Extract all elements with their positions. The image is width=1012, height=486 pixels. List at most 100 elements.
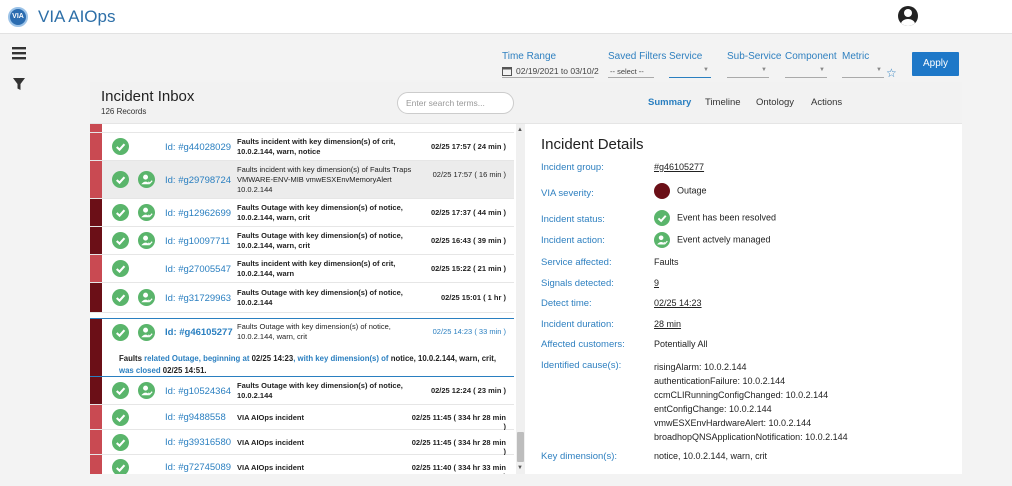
table-row[interactable] [90,124,514,133]
severity-label: VIA severity: [541,188,594,199]
table-row[interactable]: Id: #g27005547 Faults incident with key … [90,255,514,283]
record-count: 126 Records [101,107,147,116]
sub-service-select[interactable]: ▼ [727,66,769,78]
incident-list: Id: #g44028029 Faults incident with key … [90,124,516,474]
tab-timeline[interactable]: Timeline [705,97,741,108]
chevron-down-icon: ▼ [876,67,882,73]
incident-summary-text: Faults related Outage, beginning at 02/2… [119,354,496,375]
menu-icon[interactable] [10,44,28,62]
top-bar: VIA VIA AIOps [0,0,1012,34]
signals-value[interactable]: 9 [654,278,659,288]
incident-description: Faults incident with key dimension(s) of… [237,165,412,194]
incident-id-link[interactable]: Id: #g72745089 [165,462,231,473]
service-select[interactable]: ▼ [669,66,711,78]
detect-label: Detect time: [541,298,592,309]
table-row-expanded[interactable]: Id: #g46105277 Faults Outage with key di… [90,318,514,377]
detect-value[interactable]: 02/25 14:23 [654,298,702,308]
scroll-thumb[interactable] [517,432,524,462]
incident-id-link[interactable]: Id: #g39316580 [165,437,231,448]
incident-description: Faults incident with key dimension(s) of… [237,259,396,278]
severity-bar [90,377,102,404]
favorite-star-icon[interactable]: ☆ [886,66,897,80]
user-managed-icon [138,232,155,249]
incident-time: 02/25 15:01 ( 1 hr ) [440,293,506,302]
table-row[interactable]: Id: #g72745089 VIA AIOps incident 02/25 … [90,455,514,474]
table-row[interactable]: Id: #g44028029 Faults incident with key … [90,133,514,161]
scroll-up-icon[interactable]: ▲ [517,127,523,133]
incident-description: VIA AIOps incident [237,438,304,447]
check-circle-icon [112,324,129,341]
table-row[interactable]: Id: #g10097711 Faults Outage with key di… [90,227,514,255]
user-managed-icon [138,289,155,306]
incident-id-link[interactable]: Id: #g10524364 [165,386,231,397]
incident-description: VIA AIOps incident [237,463,304,472]
incident-id-link[interactable]: Id: #g46105277 [165,327,233,338]
scroll-down-icon[interactable]: ▼ [517,465,523,471]
incident-panel: Incident Inbox 126 Records Enter search … [90,82,962,474]
incident-time: 02/25 15:22 ( 21 min ) [430,264,506,273]
status-label: Incident status: [541,214,605,225]
component-select[interactable]: ▼ [785,66,827,78]
cause-item: entConfigChange: 10.0.2.144 [654,404,772,414]
search-input[interactable]: Enter search terms... [397,92,514,114]
incident-id-link[interactable]: Id: #g12962699 [165,208,231,219]
severity-bar [90,255,102,282]
severity-bar [90,161,102,198]
table-row[interactable]: Id: #g10524364 Faults Outage with key di… [90,377,514,405]
check-circle-icon [112,260,129,277]
time-range-field[interactable]: 02/19/2021 to 03/10/2 [502,66,599,78]
severity-bar [90,199,102,226]
table-row[interactable]: Id: #g9488558 VIA AIOps incident 02/25 1… [90,405,514,431]
service-label: Service [669,51,703,62]
check-circle-icon [112,459,129,474]
list-scrollbar[interactable]: ▲ ▼ [516,124,525,474]
duration-label: Incident duration: [541,319,614,330]
service-value: Faults [654,257,679,267]
incident-id-link[interactable]: Id: #g31729963 [165,293,231,304]
incident-details: Incident Details Incident group: #g46105… [526,124,962,474]
incident-description: Faults incident with key dimension(s) of… [237,137,396,156]
customers-label: Affected customers: [541,339,625,350]
metric-select[interactable]: ▼ [842,66,884,78]
metric-label: Metric [842,51,870,62]
saved-filters-select[interactable]: -- select -- [608,66,654,78]
cause-item: vmwESXEnvHardwareAlert: 10.0.2.144 [654,418,812,428]
keydim-value: notice, 10.0.2.144, warn, crit [654,451,768,461]
tab-summary[interactable]: Summary [648,97,691,108]
filter-icon[interactable] [10,75,28,93]
table-row[interactable]: Id: #g31729963 Faults Outage with key di… [90,283,514,313]
severity-bar [90,124,102,132]
table-row[interactable]: Id: #g12962699 Faults Outage with key di… [90,199,514,227]
tab-ontology[interactable]: Ontology [756,97,794,108]
incident-id-link[interactable]: Id: #g27005547 [165,264,231,275]
incident-time: 02/25 12:24 ( 23 min ) [430,386,506,395]
incident-id-link[interactable]: Id: #g10097711 [165,236,230,247]
incident-id-link[interactable]: Id: #g9488558 [165,412,226,423]
severity-value: Outage [654,183,707,199]
group-value[interactable]: #g46105277 [654,162,704,172]
severity-bar [90,455,102,474]
check-circle-icon [112,171,129,188]
group-label: Incident group: [541,162,604,173]
user-managed-icon [138,204,155,221]
severity-dot-icon [654,183,670,199]
severity-bar [90,430,102,454]
incident-time: 02/25 17:37 ( 44 min ) [430,208,506,217]
table-row[interactable]: Id: #g39316580 VIA AIOps incident 02/25 … [90,430,514,456]
table-row[interactable]: Id: #g29798724 Faults incident with key … [90,161,514,199]
incident-description: Faults Outage with key dimension(s) of n… [237,381,403,400]
causes-list: risingAlarm: 10.0.2.144 authenticationFa… [654,360,848,444]
duration-value[interactable]: 28 min [654,319,681,329]
incident-id-link[interactable]: Id: #g29798724 [165,175,231,186]
severity-bar [90,283,102,312]
incident-time: 02/25 11:45 ( 334 hr 28 min ) [411,413,506,431]
chevron-down-icon: ▼ [703,67,709,73]
tab-actions[interactable]: Actions [811,97,842,108]
incident-time: 02/25 17:57 ( 24 min ) [430,142,506,151]
apply-button[interactable]: Apply [912,52,959,76]
panel-header: Incident Inbox 126 Records Enter search … [90,82,962,124]
incident-id-link[interactable]: Id: #g44028029 [165,142,231,153]
user-avatar-icon[interactable] [898,6,918,26]
signals-label: Signals detected: [541,278,614,289]
check-circle-icon [112,232,129,249]
